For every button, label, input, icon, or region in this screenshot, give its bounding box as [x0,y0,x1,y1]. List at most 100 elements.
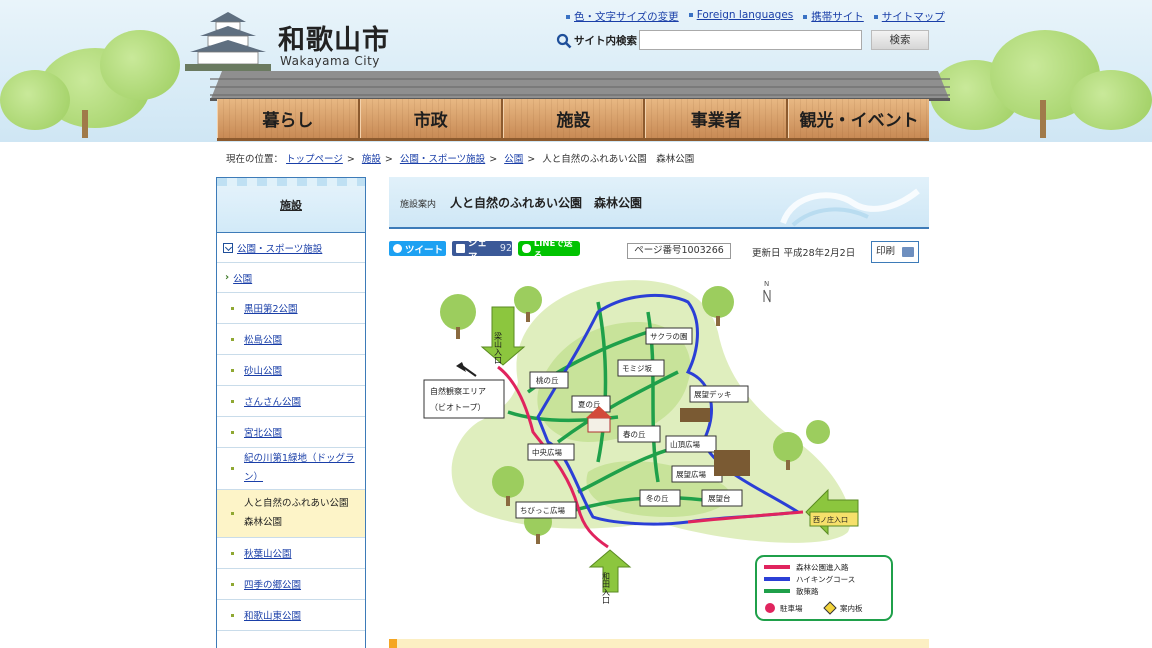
search-button[interactable]: 検索 [871,30,929,50]
place-label: 展望広場 [676,469,706,479]
print-button[interactable]: 印刷 [871,241,919,263]
facebook-share-button[interactable]: シェア 92 [452,238,512,263]
breadcrumb-parks[interactable]: 公園 [504,154,523,165]
roof-decoration [210,71,950,101]
search-icon [556,33,572,49]
sidebar-item[interactable]: 砂山公園 [217,355,365,386]
north-arrow-icon [763,289,771,303]
sidebar-item[interactable]: さんさん公園 [217,386,365,417]
deck-icon [680,408,710,422]
sidebar-item[interactable]: 宮北公園 [217,417,365,448]
mobile-site-link[interactable]: 携帯サイト [811,11,864,23]
map-legend: 森林公園進入路 ハイキングコース 散策路 駐車場 案内板 [755,555,893,621]
sidebar: 施設 公園・スポーツ施設 › 公園 黒田第2公園 松島公園 砂山公園 さんさん公… [216,177,366,648]
sidebar-item-link[interactable]: 黒田第2公園 [244,301,298,315]
bullet-icon [231,306,234,310]
bullet-icon [803,15,808,19]
place-label: 山頂広場 [670,439,700,449]
breadcrumb-facilities[interactable]: 施設 [362,154,381,165]
search-input[interactable] [639,30,862,50]
bullet-icon [231,430,234,434]
color-text-size-link[interactable]: 色・文字サイズの変更 [574,11,679,23]
legend-label: ハイキングコース [796,574,855,584]
sidebar-heading[interactable]: 施設 [217,178,365,233]
tree-decoration [1070,70,1152,130]
sidebar-sub[interactable]: › 公園 [217,263,365,293]
sidebar-item-link[interactable]: 松島公園 [244,332,282,346]
page-title: 人と自然のふれあい公園 森林公園 [450,196,643,210]
chevron-right-icon: › [225,272,230,283]
rest-house-icon [587,417,611,433]
nav-city-government[interactable]: 市政 [359,99,503,138]
entrance-label: 梁山入口 [494,332,503,364]
tree-decoration [100,30,180,100]
castle-icon [185,12,271,71]
twitter-icon [393,244,402,253]
nav-business[interactable]: 事業者 [645,99,789,138]
place-label: モミジ坂 [622,363,652,373]
legend-label: 森林公園進入路 [796,562,849,572]
line-share-button[interactable]: LINEで送る [518,239,580,261]
place-label: 展望デッキ [694,389,732,399]
wave-decoration [780,188,920,227]
sidebar-item[interactable]: 和歌山東公園 [217,600,365,631]
place-label: 中央広場 [532,447,562,457]
bullet-icon [566,15,570,19]
site-logo[interactable]: 和歌山市 Wakayama City [180,6,420,72]
page-category: 施設案内 [400,200,437,210]
sitemap-link[interactable]: サイトマップ [882,11,945,23]
place-label: ちびっこ広場 [520,505,565,515]
place-label: 冬の丘 [646,493,669,503]
sidebar-item-link[interactable]: 和歌山東公園 [244,608,301,622]
line-icon [522,244,531,253]
sidebar-category[interactable]: 公園・スポーツ施設 [217,233,365,263]
nav-tourism-events[interactable]: 観光・イベント [788,99,929,138]
site-subtitle: Wakayama City [280,54,380,68]
share-count: 92 [499,243,512,254]
breadcrumb: 現在の位置： トップページ > 施設 > 公園・スポーツ施設 > 公園 > 人と自然のふ… [226,154,695,165]
page-title-bar: 施設案内 人と自然のふれあい公園 森林公園 [389,177,929,229]
printer-icon [902,247,914,257]
bullet-icon [688,13,693,17]
bullet-icon [231,551,234,555]
breadcrumb-prefix: 現在の位置： [226,154,284,165]
sidebar-category-link[interactable]: 公園・スポーツ施設 [237,241,322,255]
sidebar-item-link[interactable]: さんさん公園 [244,394,301,408]
search-label: サイト内検索 [574,35,637,47]
tweet-button[interactable]: ツイート [389,241,446,256]
park-map: 梁山入口 和田入口 西ノ庄入口 自然観察エリア （ビオトープ） サクラの園 モミ… [423,280,893,621]
bullet-icon [231,613,234,617]
nav-living[interactable]: 暮らし [217,99,360,138]
sidebar-item-current: 人と自然のふれあい公園 森林公園 [217,490,365,538]
place-label: 展望台 [708,493,731,503]
bullet-icon [231,467,234,470]
check-icon [223,242,233,253]
sidebar-item-link[interactable]: 秋葉山公園 [244,546,292,560]
sidebar-item[interactable]: 紀の川第1緑地（ドッグラン） [217,448,365,490]
sidebar-item-link[interactable]: 紀の川第1緑地（ドッグラン） [244,450,359,486]
breadcrumb-parks-sports[interactable]: 公園・スポーツ施設 [400,154,485,165]
sidebar-item-link[interactable]: 砂山公園 [244,363,282,377]
breadcrumb-top[interactable]: トップページ [286,154,343,165]
sidebar-item-link[interactable]: 四季の郷公園 [244,577,301,591]
legend-label: 駐車場 [780,603,803,613]
site-search: サイト内検索 検索 [556,30,930,50]
bullet-icon [873,15,878,19]
place-label: 桃の丘 [536,375,559,385]
place-label: 春の丘 [623,429,646,439]
nav-facilities[interactable]: 施設 [502,99,646,138]
updated-date: 更新日 平成28年2月2日 [752,248,856,259]
entrance-label: 和田入口 [602,572,611,604]
facebook-icon [456,244,465,253]
sidebar-item[interactable]: 松島公園 [217,324,365,355]
sidebar-item[interactable]: 四季の郷公園 [217,569,365,600]
sidebar-item-link[interactable]: 宮北公園 [244,425,282,439]
legend-label: 散策路 [796,586,819,596]
sidebar-item[interactable]: 黒田第2公園 [217,293,365,324]
bullet-icon [231,582,234,586]
foreign-languages-link[interactable]: Foreign languages [697,9,794,21]
sidebar-item[interactable]: 秋葉山公園 [217,538,365,569]
sidebar-sub-link[interactable]: 公園 [233,271,252,285]
bullet-icon [231,512,234,515]
global-nav: 暮らし 市政 施設 事業者 観光・イベント [217,99,929,141]
